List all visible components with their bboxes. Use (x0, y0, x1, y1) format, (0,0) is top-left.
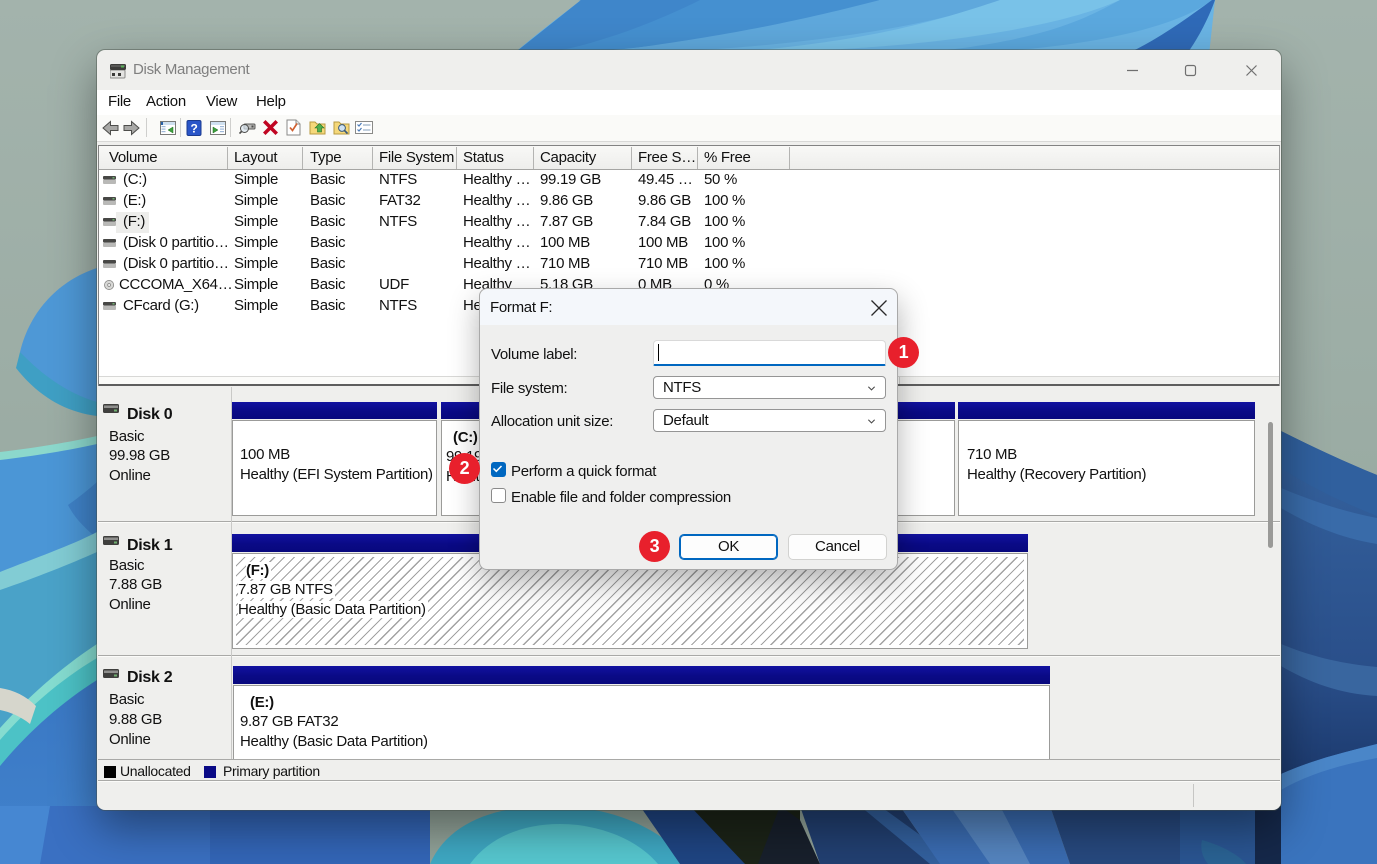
svg-text:?: ? (190, 122, 197, 136)
